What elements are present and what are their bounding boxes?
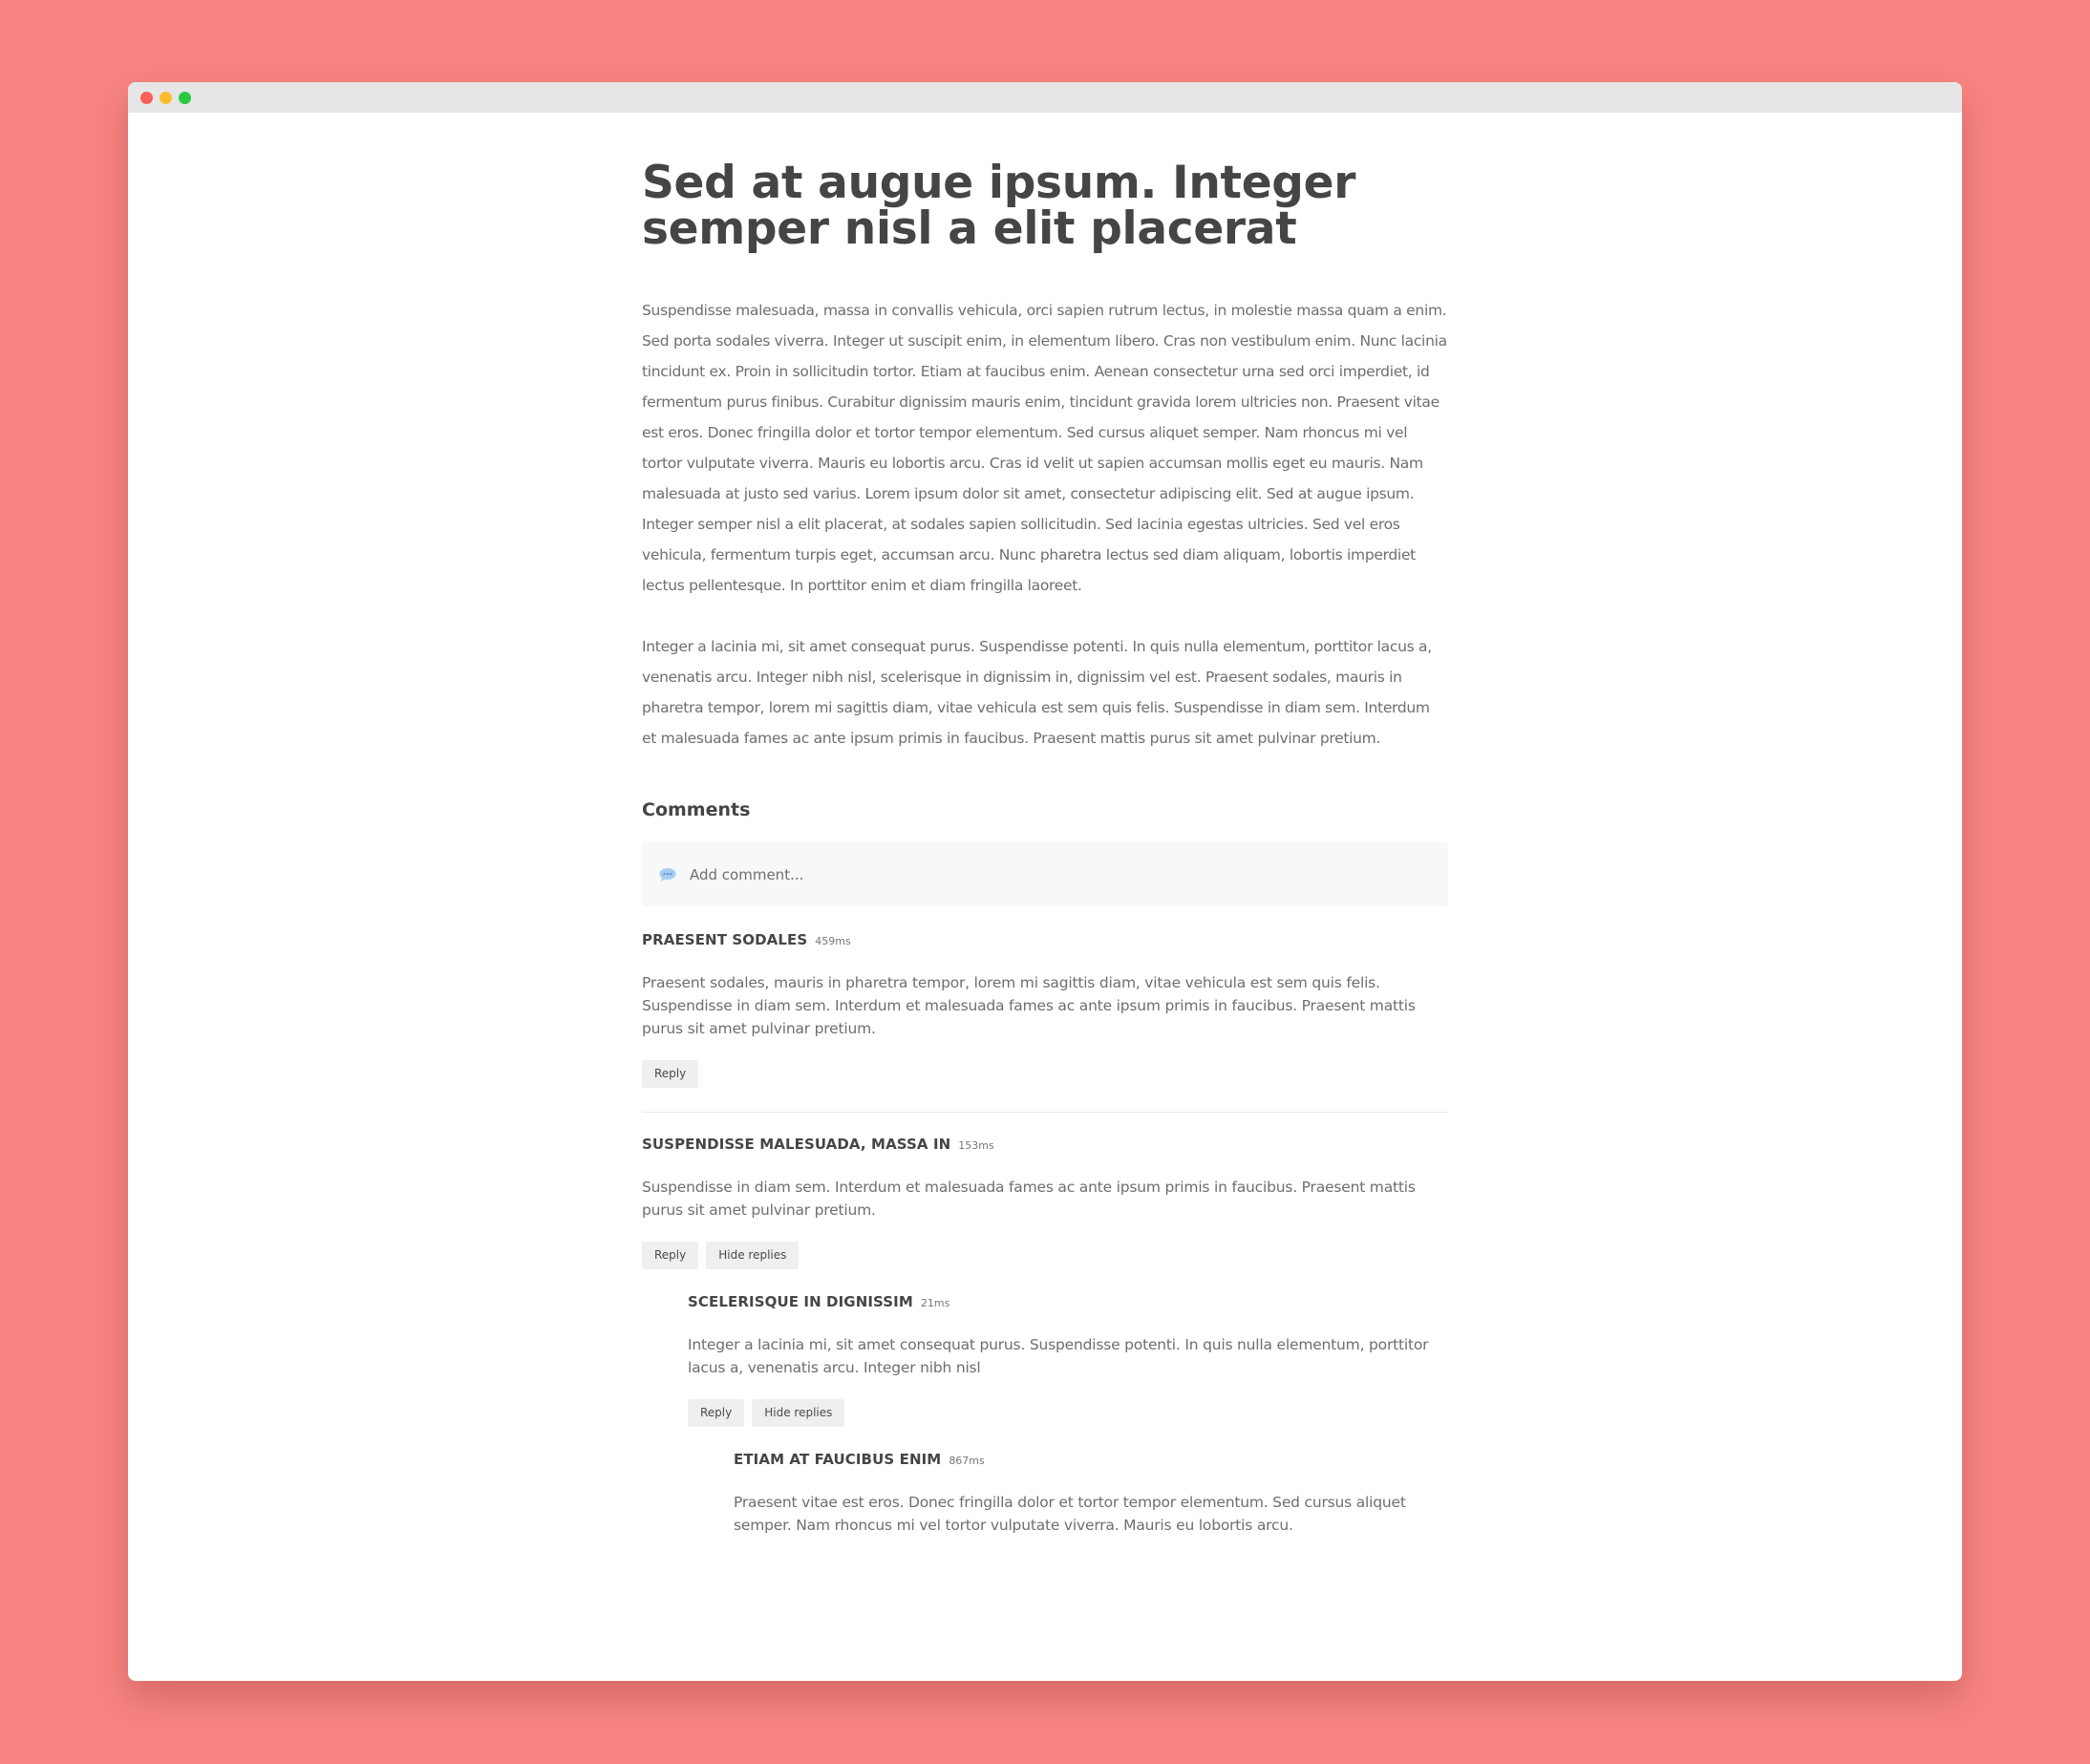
- comment-author: ETIAM AT FAUCIBUS ENIM: [734, 1451, 942, 1468]
- speech-bubble-icon: [657, 864, 678, 885]
- comment-body: Praesent vitae est eros. Donec fringilla…: [734, 1494, 1406, 1534]
- comment-body: Suspendisse in diam sem. Interdum et mal…: [642, 1179, 1416, 1219]
- article-title: Sed at augue ipsum. Integer semper nisl …: [642, 157, 1356, 255]
- comment-time: 21ms: [920, 1297, 950, 1309]
- comment-body: Praesent sodales, mauris in pharetra tem…: [642, 974, 1416, 1037]
- window-titlebar: [128, 82, 1962, 113]
- article-container: Sed at augue ipsum. Integer semper nisl …: [642, 113, 1448, 1537]
- comment-author: PRAESENT SODALES: [642, 931, 808, 948]
- comment-author: SUSPENDISSE MALESUADA, MASSA IN: [642, 1136, 951, 1153]
- hide-replies-button[interactable]: Hide replies: [706, 1242, 800, 1269]
- comment-time: 459ms: [815, 935, 851, 947]
- minimize-window-button[interactable]: [160, 92, 172, 104]
- comments-heading: Comments: [642, 799, 751, 820]
- comment-divider: [642, 1112, 1448, 1113]
- comment-time: 867ms: [949, 1455, 985, 1467]
- comment-header: PRAESENT SODALES 459ms: [642, 931, 1448, 954]
- hide-replies-button[interactable]: Hide replies: [752, 1399, 845, 1427]
- comment: PRAESENT SODALES 459ms Praesent sodales,…: [642, 931, 1448, 1088]
- comment-header: SCELERISQUE IN DIGNISSIM 21ms: [688, 1293, 1448, 1316]
- comment-author: SCELERISQUE IN DIGNISSIM: [688, 1293, 913, 1310]
- comment-actions: Reply: [642, 1060, 1448, 1088]
- comment-actions: Reply Hide replies: [688, 1399, 1448, 1427]
- add-comment-input[interactable]: Add comment...: [642, 842, 1448, 906]
- close-window-button[interactable]: [140, 92, 153, 104]
- comment-header: SUSPENDISSE MALESUADA, MASSA IN 153ms: [642, 1136, 1448, 1158]
- comment-time: 153ms: [958, 1139, 994, 1152]
- article-paragraph: Integer a lacinia mi, sit amet consequat…: [642, 638, 1432, 747]
- add-comment-placeholder: Add comment...: [690, 865, 804, 883]
- comment-body: Integer a lacinia mi, sit amet consequat…: [688, 1336, 1429, 1376]
- article-paragraph: Suspendisse malesuada, massa in convalli…: [642, 302, 1447, 594]
- reply-button[interactable]: Reply: [642, 1060, 699, 1088]
- comment-actions: Reply Hide replies: [642, 1242, 1448, 1269]
- maximize-window-button[interactable]: [179, 92, 191, 104]
- comment-reply: ETIAM AT FAUCIBUS ENIM 867ms Praesent vi…: [734, 1451, 1448, 1537]
- comment-reply: SCELERISQUE IN DIGNISSIM 21ms Integer a …: [688, 1293, 1448, 1427]
- browser-window: Sed at augue ipsum. Integer semper nisl …: [128, 82, 1962, 1681]
- comment-header: ETIAM AT FAUCIBUS ENIM 867ms: [734, 1451, 1448, 1474]
- comment: SUSPENDISSE MALESUADA, MASSA IN 153ms Su…: [642, 1136, 1448, 1269]
- reply-button[interactable]: Reply: [688, 1399, 745, 1427]
- reply-button[interactable]: Reply: [642, 1242, 699, 1269]
